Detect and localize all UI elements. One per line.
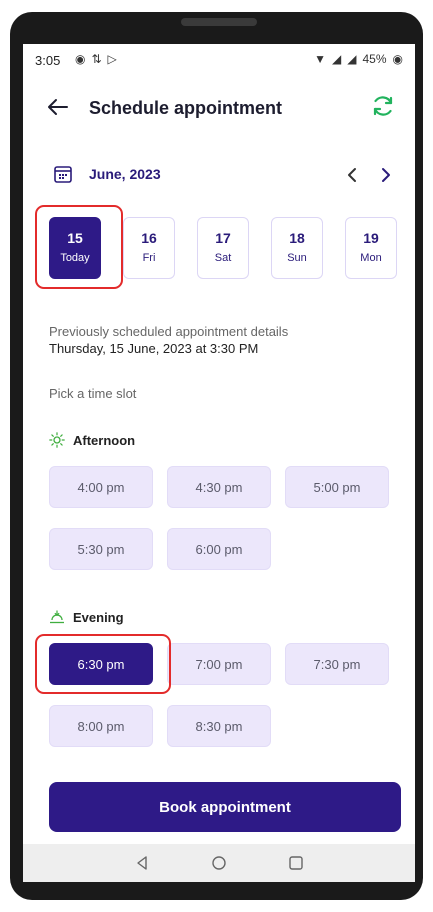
day-label: Fri — [142, 252, 156, 264]
chevron-left-icon[interactable] — [341, 164, 363, 186]
status-bar: 3:05 ◉ ⇅ ▷ ▼ ◢ ◢ 45% ◉ — [23, 44, 415, 76]
app-header: Schedule appointment — [23, 88, 415, 128]
sunset-icon — [50, 610, 64, 624]
highlight-selected-slot — [35, 634, 171, 694]
page-title: Schedule appointment — [89, 98, 283, 118]
battery-icon: ◉ — [392, 52, 403, 66]
nav-back-icon[interactable] — [133, 854, 151, 872]
day-card-18[interactable]: 18 Sun — [271, 217, 323, 279]
evening-label: Evening — [73, 609, 124, 625]
slot-7-30-pm[interactable]: 7:30 pm — [285, 643, 389, 685]
play-notification-icon: ▷ — [107, 52, 117, 66]
evening-section-header: Evening — [49, 607, 124, 627]
wifi-icon: ▼ — [314, 52, 327, 66]
slot-7-00-pm[interactable]: 7:00 pm — [167, 643, 271, 685]
day-label: Sun — [287, 252, 307, 264]
highlight-selected-date — [35, 205, 123, 289]
pick-time-slot-label: Pick a time slot — [49, 386, 137, 401]
book-appointment-button[interactable]: Book appointment — [49, 782, 401, 832]
nav-recents-icon[interactable] — [287, 854, 305, 872]
previous-appointment-label: Previously scheduled appointment details — [49, 324, 289, 339]
slot-5-30-pm[interactable]: 5:30 pm — [49, 528, 153, 570]
signal-icon: ◢ — [332, 52, 342, 66]
battery-percent: 45% — [362, 52, 387, 66]
day-number: 18 — [289, 230, 305, 246]
back-arrow-icon[interactable] — [45, 94, 71, 120]
day-card-19[interactable]: 19 Mon — [345, 217, 397, 279]
slot-4-00-pm[interactable]: 4:00 pm — [49, 466, 153, 508]
previous-appointment-value: Thursday, 15 June, 2023 at 3:30 PM — [49, 341, 259, 356]
phone-speaker — [181, 18, 257, 26]
app-screen: 3:05 ◉ ⇅ ▷ ▼ ◢ ◢ 45% ◉ Schedule appointm… — [23, 44, 415, 882]
day-card-16[interactable]: 16 Fri — [123, 217, 175, 279]
app-notification-icon: ◉ — [75, 52, 86, 66]
day-label: Mon — [360, 252, 382, 264]
day-label: Sat — [214, 252, 232, 264]
slot-5-00-pm[interactable]: 5:00 pm — [285, 466, 389, 508]
calendar-icon[interactable] — [53, 164, 73, 184]
slot-8-00-pm[interactable]: 8:00 pm — [49, 705, 153, 747]
day-number: 19 — [363, 230, 379, 246]
month-label: June, 2023 — [89, 166, 161, 182]
network-notification-icon: ⇅ — [91, 52, 102, 66]
day-number: 16 — [141, 230, 157, 246]
month-row: June, 2023 — [23, 162, 415, 190]
slot-4-30-pm[interactable]: 4:30 pm — [167, 466, 271, 508]
notification-icons: ◉ ⇅ ▷ — [75, 52, 117, 66]
slot-8-30-pm[interactable]: 8:30 pm — [167, 705, 271, 747]
android-nav-bar — [23, 844, 415, 882]
slot-6-00-pm[interactable]: 6:00 pm — [167, 528, 271, 570]
nav-home-icon[interactable] — [210, 854, 228, 872]
status-time: 3:05 — [35, 53, 61, 68]
signal-icon-2: ◢ — [347, 52, 357, 66]
day-card-17[interactable]: 17 Sat — [197, 217, 249, 279]
refresh-icon[interactable] — [369, 92, 397, 120]
afternoon-label: Afternoon — [73, 432, 136, 448]
sun-icon — [49, 432, 65, 448]
chevron-right-icon[interactable] — [375, 164, 397, 186]
status-right: ▼ ◢ ◢ 45% ◉ — [314, 52, 403, 66]
afternoon-section-header: Afternoon — [49, 430, 135, 450]
day-number: 17 — [215, 230, 231, 246]
